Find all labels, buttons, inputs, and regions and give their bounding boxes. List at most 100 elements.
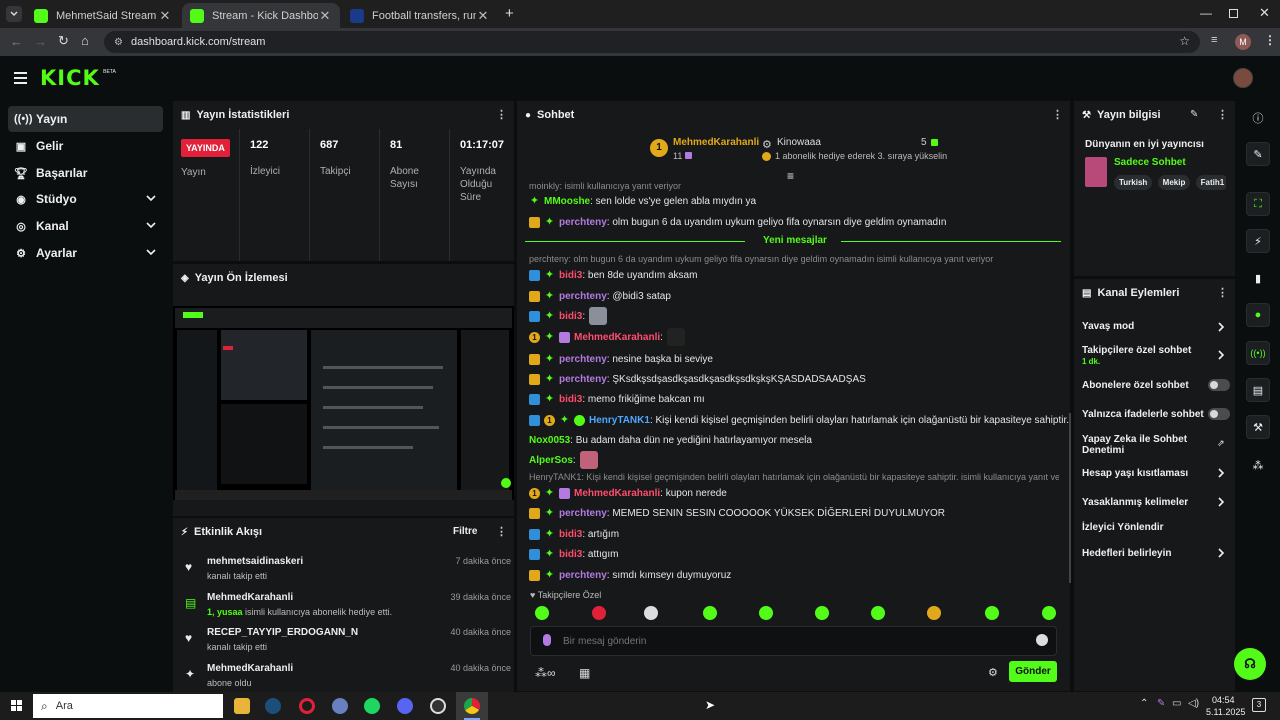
more-options-icon[interactable]: ⋮	[1217, 109, 1228, 121]
event-user[interactable]: MehmedKarahanli	[207, 663, 293, 674]
nodes-icon[interactable]: ⁂	[1246, 453, 1270, 477]
profile-avatar[interactable]: M	[1235, 34, 1251, 50]
start-button-icon[interactable]	[11, 700, 23, 712]
chat-message[interactable]: ✦ perchteny: sımdı kımseyı duymuyoruz	[529, 566, 1059, 584]
quick-emote-icon[interactable]	[1042, 606, 1056, 620]
taskbar-search-box[interactable]: ⌕ Ara	[33, 694, 223, 718]
close-tab-icon[interactable]: ✕	[318, 8, 332, 24]
site-info-icon[interactable]: ⚙	[114, 37, 123, 48]
action-followers-only[interactable]: Takipçilere özel sohbet	[1082, 345, 1207, 356]
edit-pencil-icon[interactable]: ✎	[1246, 142, 1270, 166]
reply-context[interactable]: perchteny: olm bugun 6 da uyandım uykum …	[529, 254, 1059, 264]
chat-username[interactable]: perchteny	[559, 291, 607, 302]
quick-emote-icon[interactable]	[703, 606, 717, 620]
chat-username[interactable]: MehmedKarahanli	[574, 332, 660, 343]
pen-icon[interactable]: ✎	[1157, 698, 1165, 709]
chat-username[interactable]: HenryTANK1	[589, 415, 650, 426]
bookmark-star-icon[interactable]: ☆	[1179, 34, 1190, 48]
taskbar-time[interactable]: 04:54	[1212, 695, 1235, 705]
chat-message[interactable]: 1 ✦ MehmedKarahanli: kupon nerede	[529, 484, 1059, 502]
fullscreen-icon[interactable]: ⛶	[1246, 192, 1270, 216]
quick-emote-icon[interactable]	[592, 606, 606, 620]
sub-leader-name[interactable]: Kinowaaa	[777, 137, 821, 148]
close-tab-icon[interactable]: ✕	[476, 8, 490, 24]
chat-message[interactable]: Nox0053: Bu adam daha dün ne yediğini ha…	[529, 431, 1059, 449]
home-icon[interactable]: ⌂	[81, 33, 89, 48]
chat-message[interactable]: ✦ bidi3: attıgım	[529, 545, 1059, 563]
forward-icon[interactable]: →	[34, 34, 47, 49]
action-slow-mode[interactable]: Yavaş mod	[1082, 321, 1232, 332]
chat-username[interactable]: perchteny	[559, 570, 607, 581]
chat-message[interactable]: 1 ✦ HenryTANK1: Kişi kendi kişisel geçmişi…	[529, 411, 1069, 429]
quick-emote-icon[interactable]	[927, 606, 941, 620]
event-user[interactable]: mehmetsaidinaskeri	[207, 556, 303, 567]
chat-username[interactable]: bidi3	[559, 394, 582, 405]
chevron-right-icon[interactable]	[1217, 496, 1225, 508]
kick-logo[interactable]: KICK BETA	[40, 66, 116, 90]
reply-context[interactable]: HenryTANK1: Kişi kendi kişisel geçmişind…	[529, 472, 1059, 482]
more-options-icon[interactable]: ⋮	[1052, 109, 1063, 121]
chrome-taskbar-button[interactable]	[456, 692, 488, 720]
volume-icon[interactable]: ◁)	[1188, 698, 1199, 709]
spotify-icon[interactable]	[364, 698, 380, 714]
more-options-icon[interactable]: ⋮	[496, 109, 507, 121]
chat-username[interactable]: MehmedKarahanli	[574, 488, 660, 499]
broadcast-icon[interactable]: ((•))	[1246, 341, 1270, 365]
chat-message[interactable]: 1 ✦ MehmedKarahanli:	[529, 328, 1059, 346]
chevron-right-icon[interactable]	[1217, 547, 1225, 559]
notification-badge[interactable]: 3	[1252, 698, 1266, 712]
tab-list-button[interactable]	[6, 6, 22, 22]
chat-message[interactable]: ✦ perchteny: ŞKsdkşsdşasdkşasdkşasdkşsdkş…	[529, 370, 1059, 388]
chat-message[interactable]: ✦ perchteny: nesine başka bi seviye	[529, 350, 1059, 368]
new-tab-button[interactable]: +	[505, 5, 514, 22]
chat-username[interactable]: MMooshe	[544, 196, 590, 207]
restore-window-icon[interactable]	[1229, 9, 1238, 18]
tray-chevron-icon[interactable]: ⌃	[1140, 698, 1148, 709]
action-raid[interactable]: İzleyici Yönlendir	[1082, 522, 1232, 533]
chevron-right-icon[interactable]	[1217, 349, 1225, 361]
quick-emote-icon[interactable]	[985, 606, 999, 620]
back-icon[interactable]: ←	[10, 34, 23, 49]
layout-icon[interactable]: ▤	[1246, 378, 1270, 402]
support-chat-button[interactable]: ☊	[1234, 648, 1266, 680]
action-set-goals[interactable]: Hedefleri belirleyin	[1082, 548, 1232, 559]
chat-message[interactable]: AlperSos:	[529, 451, 1059, 469]
reply-context[interactable]: moinkly: isimli kullanıcıya yanıt veriyo…	[529, 181, 1059, 191]
app-icon[interactable]	[332, 698, 348, 714]
chat-username[interactable]: AlperSos	[529, 455, 573, 466]
chat-username[interactable]: bidi3	[559, 311, 582, 322]
event-user[interactable]: MehmedKarahanli	[207, 592, 293, 603]
sidebar-item-studyo[interactable]: ◉ Stüdyo	[8, 186, 163, 212]
browser-tab-active[interactable]: Stream - Kick Dashboard ✕	[182, 3, 340, 28]
store-icon[interactable]: ▦	[579, 666, 590, 680]
event-user[interactable]: RECEP_TAYYIP_ERDOGANN_N	[207, 627, 358, 638]
emote-only-toggle[interactable]	[1208, 408, 1230, 420]
action-ai-moderation[interactable]: Yapay Zeka ile Sohbet Denetimi	[1082, 434, 1202, 456]
chevron-right-icon[interactable]	[1217, 467, 1225, 479]
action-banned-words[interactable]: Yasaklanmış kelimeler	[1082, 497, 1232, 508]
notes-icon[interactable]: ▮	[1246, 266, 1270, 290]
wrench-icon[interactable]: ⚒	[1246, 415, 1270, 439]
opera-icon[interactable]	[299, 698, 315, 714]
chat-username[interactable]: bidi3	[559, 549, 582, 560]
chat-username[interactable]: Nox0053	[529, 435, 570, 446]
discord-icon[interactable]	[397, 698, 413, 714]
category-name[interactable]: Sadece Sohbet	[1114, 157, 1186, 168]
tag-pill[interactable]: Fatih1	[1195, 175, 1226, 190]
network-icon[interactable]: ▭	[1172, 698, 1181, 709]
chat-username[interactable]: perchteny	[559, 354, 607, 365]
steam-icon[interactable]	[265, 698, 281, 714]
taskbar-date[interactable]: 5.11.2025	[1206, 707, 1245, 717]
chat-message[interactable]: ✦ bidi3: artığım	[529, 525, 1059, 543]
sidebar-item-ayarlar[interactable]: ⚙ Ayarlar	[8, 240, 163, 266]
chat-username[interactable]: bidi3	[559, 270, 582, 281]
info-icon[interactable]: ⓘ	[1246, 106, 1270, 130]
chat-message[interactable]: ✦ perchteny: MEMED SENIN SESIN COOOOOK YÜ…	[529, 504, 1059, 522]
chat-username[interactable]: perchteny	[559, 374, 607, 385]
emoji-picker-icon[interactable]	[1036, 634, 1048, 646]
quick-emote-icon[interactable]	[871, 606, 885, 620]
chat-settings-icon[interactable]: ⚙	[988, 666, 998, 679]
sidebar-item-yayin[interactable]: ((•)) Yayın	[8, 106, 163, 132]
edit-pencil-icon[interactable]: ✎	[1190, 109, 1198, 120]
chat-message[interactable]: ✦ bidi3:	[529, 307, 1059, 325]
